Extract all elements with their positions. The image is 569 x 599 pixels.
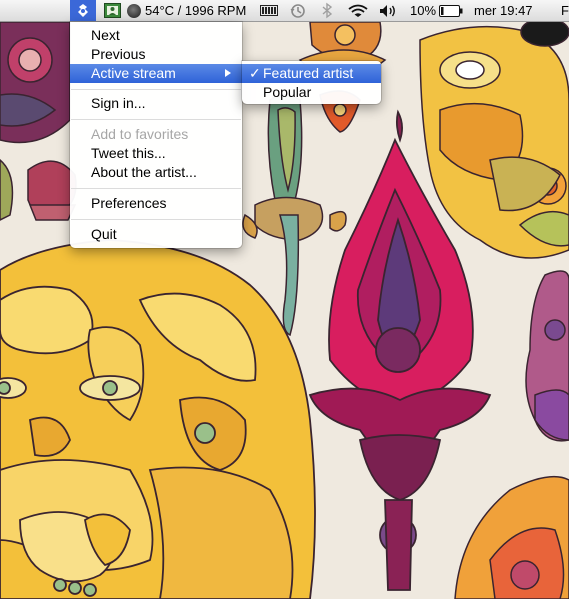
- menu-separator: [71, 89, 241, 90]
- app-status-item[interactable]: [70, 0, 96, 21]
- menu-item-active-stream[interactable]: Active stream: [70, 64, 242, 83]
- time-machine-icon[interactable]: [290, 3, 306, 19]
- menu-bar: 54°C / 1996 RPM 10% mer 19:47 F: [0, 0, 569, 22]
- app-logo-icon: [78, 4, 88, 17]
- gauge-icon: [127, 4, 141, 18]
- memory-meter-icon[interactable]: [260, 5, 278, 16]
- menu-item-sign-in[interactable]: Sign in...: [70, 94, 242, 113]
- submenu-item-popular[interactable]: Popular: [242, 83, 381, 102]
- menu-separator: [71, 188, 241, 189]
- menu-separator: [71, 219, 241, 220]
- volume-icon[interactable]: [379, 4, 397, 18]
- menu-item-add-to-favorites: Add to favorites: [91, 126, 189, 142]
- menu-separator: [71, 119, 241, 120]
- menu-item-tweet-this[interactable]: Tweet this...: [70, 144, 242, 163]
- menu-item-previous[interactable]: Previous: [70, 45, 242, 64]
- menu-item-active-stream-label: Active stream: [91, 65, 176, 81]
- menu-item-quit[interactable]: Quit: [70, 225, 242, 244]
- menu-item-preferences[interactable]: Preferences: [70, 194, 242, 213]
- wifi-icon[interactable]: [348, 4, 368, 18]
- menubar-clock[interactable]: mer 19:47: [474, 0, 533, 21]
- status-item-menu: Next Previous Active stream Sign in... A…: [70, 22, 242, 248]
- battery-icon[interactable]: [439, 5, 463, 17]
- temperature-fan-status[interactable]: 54°C / 1996 RPM: [127, 0, 246, 21]
- menu-item-about-artist[interactable]: About the artist...: [70, 163, 242, 182]
- battery-percent[interactable]: 10%: [410, 0, 436, 21]
- bluetooth-icon[interactable]: [321, 2, 333, 19]
- submenu-item-featured-artist-label: Featured artist: [263, 65, 354, 81]
- checkmark-icon: ✓: [249, 65, 261, 81]
- picture-frame-icon[interactable]: [104, 3, 121, 18]
- active-stream-submenu: ✓ Featured artist Popular: [242, 61, 381, 104]
- temperature-fan-text: 54°C / 1996 RPM: [145, 3, 247, 18]
- submenu-item-featured-artist[interactable]: ✓ Featured artist: [242, 64, 381, 83]
- submenu-arrow-icon: [225, 69, 231, 77]
- spotlight-partial[interactable]: F: [561, 0, 569, 21]
- menu-item-next[interactable]: Next: [70, 26, 242, 45]
